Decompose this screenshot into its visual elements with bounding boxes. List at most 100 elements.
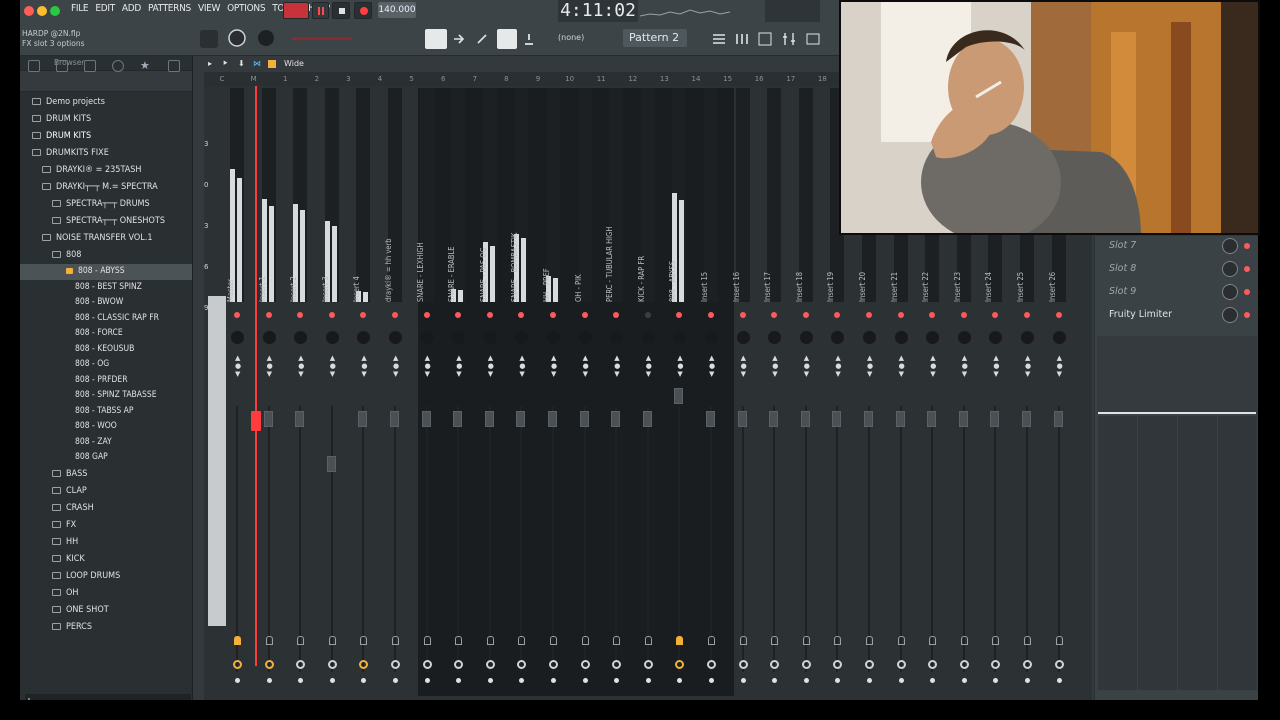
volume-fader[interactable] xyxy=(1053,411,1063,427)
snap-icon[interactable] xyxy=(200,30,218,48)
track-enable-led[interactable] xyxy=(992,312,999,318)
route-icon[interactable] xyxy=(518,636,526,645)
record-button[interactable] xyxy=(354,2,372,19)
pan-knob[interactable] xyxy=(926,331,940,344)
tree-folder[interactable]: CLAP xyxy=(20,483,192,500)
send-dot[interactable] xyxy=(835,678,841,683)
sample-item[interactable]: 808 GAP xyxy=(20,450,192,466)
tree-folder[interactable]: BASS xyxy=(20,466,192,483)
route-icon[interactable] xyxy=(392,636,399,645)
route-icon[interactable] xyxy=(360,636,368,645)
stereo-separation-icon[interactable]: ▲ ● ▼ xyxy=(677,354,683,384)
send-knob[interactable] xyxy=(359,660,369,669)
sample-item[interactable]: 808 - WOO xyxy=(20,419,192,435)
track-enable-led[interactable] xyxy=(265,312,272,318)
route-icon[interactable] xyxy=(802,636,810,645)
stereo-separation-icon[interactable]: ▲ ● ▼ xyxy=(772,354,778,384)
stereo-separation-icon[interactable]: ▲ ● ▼ xyxy=(804,354,810,384)
stereo-separation-icon[interactable]: ▲ ● ▼ xyxy=(867,354,873,384)
track-enable-led[interactable] xyxy=(929,312,936,318)
stereo-separation-icon[interactable]: ▲ ● ▼ xyxy=(583,354,589,384)
route-icon[interactable] xyxy=(234,636,241,645)
fx-slot-9[interactable]: Slot 9 xyxy=(1097,282,1257,302)
volume-fader[interactable] xyxy=(990,411,1000,427)
send-knob[interactable] xyxy=(1023,660,1032,669)
mixer-track[interactable]: SNARE - BOMBASTIK ▲ ● ▼ xyxy=(508,88,536,694)
volume-fader[interactable] xyxy=(864,411,873,427)
mixer-track[interactable]: Insert 16 ▲ ● ▼ xyxy=(730,88,758,694)
track-enable-led[interactable] xyxy=(708,312,714,318)
mixer-track[interactable]: Insert 2 ▲ ● ▼ xyxy=(287,88,315,694)
tree-item[interactable]: DRAYKI® = 235TASH xyxy=(20,162,192,179)
master-volume-slider[interactable] xyxy=(292,37,352,40)
mixer-track[interactable]: drayki® = hh verb ▲ ● ▼ xyxy=(382,88,410,694)
mixer-track[interactable]: SNARE - ERABLE ▲ ● ▼ xyxy=(445,88,473,694)
stereo-separation-icon[interactable]: ▲ ● ▼ xyxy=(235,354,241,384)
pan-knob[interactable] xyxy=(1052,331,1066,344)
tree-item[interactable]: Demo projects xyxy=(20,94,192,111)
pan-knob[interactable] xyxy=(641,331,655,344)
route-icon[interactable] xyxy=(897,636,905,645)
menu-edit[interactable]: EDIT xyxy=(94,3,116,14)
route-icon[interactable] xyxy=(676,636,684,645)
tool-icon[interactable] xyxy=(268,60,276,68)
volume-fader[interactable] xyxy=(548,411,557,427)
link-icon[interactable] xyxy=(497,29,517,49)
slot-enable-led[interactable] xyxy=(1244,312,1250,318)
track-enable-led[interactable] xyxy=(423,312,430,318)
pan-knob[interactable] xyxy=(1021,331,1034,344)
sample-item[interactable]: 808 - ZAY xyxy=(20,435,192,451)
route-icon[interactable] xyxy=(328,636,336,645)
route-icon[interactable] xyxy=(929,636,937,645)
send-dot[interactable] xyxy=(740,678,746,683)
volume-fader[interactable] xyxy=(895,411,905,427)
stereo-separation-icon[interactable]: ▲ ● ▼ xyxy=(456,354,462,384)
sample-item-selected[interactable]: 808 - ABYSS xyxy=(20,264,192,280)
volume-fader[interactable] xyxy=(484,411,494,427)
route-icon[interactable] xyxy=(708,636,715,645)
mixer-track[interactable]: PERC - TUBULAR HIGH ▲ ● ▼ xyxy=(603,88,631,694)
mixer-menu-icon[interactable]: ▸ xyxy=(208,56,212,72)
tree-item[interactable]: DRUMKITS FIXE xyxy=(20,145,192,162)
tree-folder[interactable]: LOOP DRUMS xyxy=(20,568,192,585)
route-icon[interactable] xyxy=(992,636,1000,645)
sample-item[interactable]: 808 - CLASSIC RAP FR xyxy=(20,311,192,327)
stereo-separation-icon[interactable]: ▲ ● ▼ xyxy=(361,354,367,384)
master-fader[interactable] xyxy=(251,411,261,431)
stereo-separation-icon[interactable]: ▲ ● ▼ xyxy=(519,354,525,384)
tree-item[interactable]: SPECTRA┬─┬ DRUMS xyxy=(20,196,192,213)
track-enable-led[interactable] xyxy=(739,312,746,318)
tool-icon[interactable]: ⯈ xyxy=(222,56,228,72)
track-enable-led[interactable] xyxy=(1055,312,1062,318)
send-knob[interactable] xyxy=(422,660,432,669)
maximize-icon[interactable] xyxy=(50,6,60,16)
file-icon[interactable] xyxy=(56,60,68,72)
send-dot[interactable] xyxy=(298,678,304,683)
mixer-track[interactable]: Insert 3 ▲ ● ▼ xyxy=(319,88,347,694)
slot-enable-led[interactable] xyxy=(1244,243,1250,249)
stereo-separation-icon[interactable]: ▲ ● ▼ xyxy=(267,354,273,384)
route-icon[interactable] xyxy=(265,636,273,645)
track-enable-led[interactable] xyxy=(581,312,588,318)
star-icon[interactable]: ★ xyxy=(140,60,152,72)
send-knob[interactable] xyxy=(928,660,938,669)
pan-knob[interactable] xyxy=(547,331,560,344)
track-enable-led[interactable] xyxy=(834,312,841,318)
channel-selector[interactable]: (none) xyxy=(558,33,584,42)
playlist-icon[interactable] xyxy=(710,30,728,48)
track-enable-led[interactable] xyxy=(644,312,651,318)
send-dot[interactable] xyxy=(235,678,240,683)
tree-folder[interactable]: PERCS xyxy=(20,619,192,636)
tree-item[interactable]: DRAYKI┬─┬ M.= SPECTRA xyxy=(20,179,192,196)
tool-icon[interactable]: ⬇ xyxy=(238,56,245,72)
volume-fader[interactable] xyxy=(800,411,810,427)
route-icon[interactable] xyxy=(771,636,779,645)
volume-fader[interactable] xyxy=(358,411,368,427)
send-dot[interactable] xyxy=(993,678,999,683)
route-icon[interactable] xyxy=(739,636,747,645)
send-knob[interactable] xyxy=(865,660,874,669)
track-enable-led[interactable] xyxy=(866,312,872,318)
send-dot[interactable] xyxy=(361,678,367,683)
mixer-track[interactable]: Insert 1 ▲ ● ▼ xyxy=(256,88,284,694)
menu-patterns[interactable]: PATTERNS xyxy=(147,3,192,14)
